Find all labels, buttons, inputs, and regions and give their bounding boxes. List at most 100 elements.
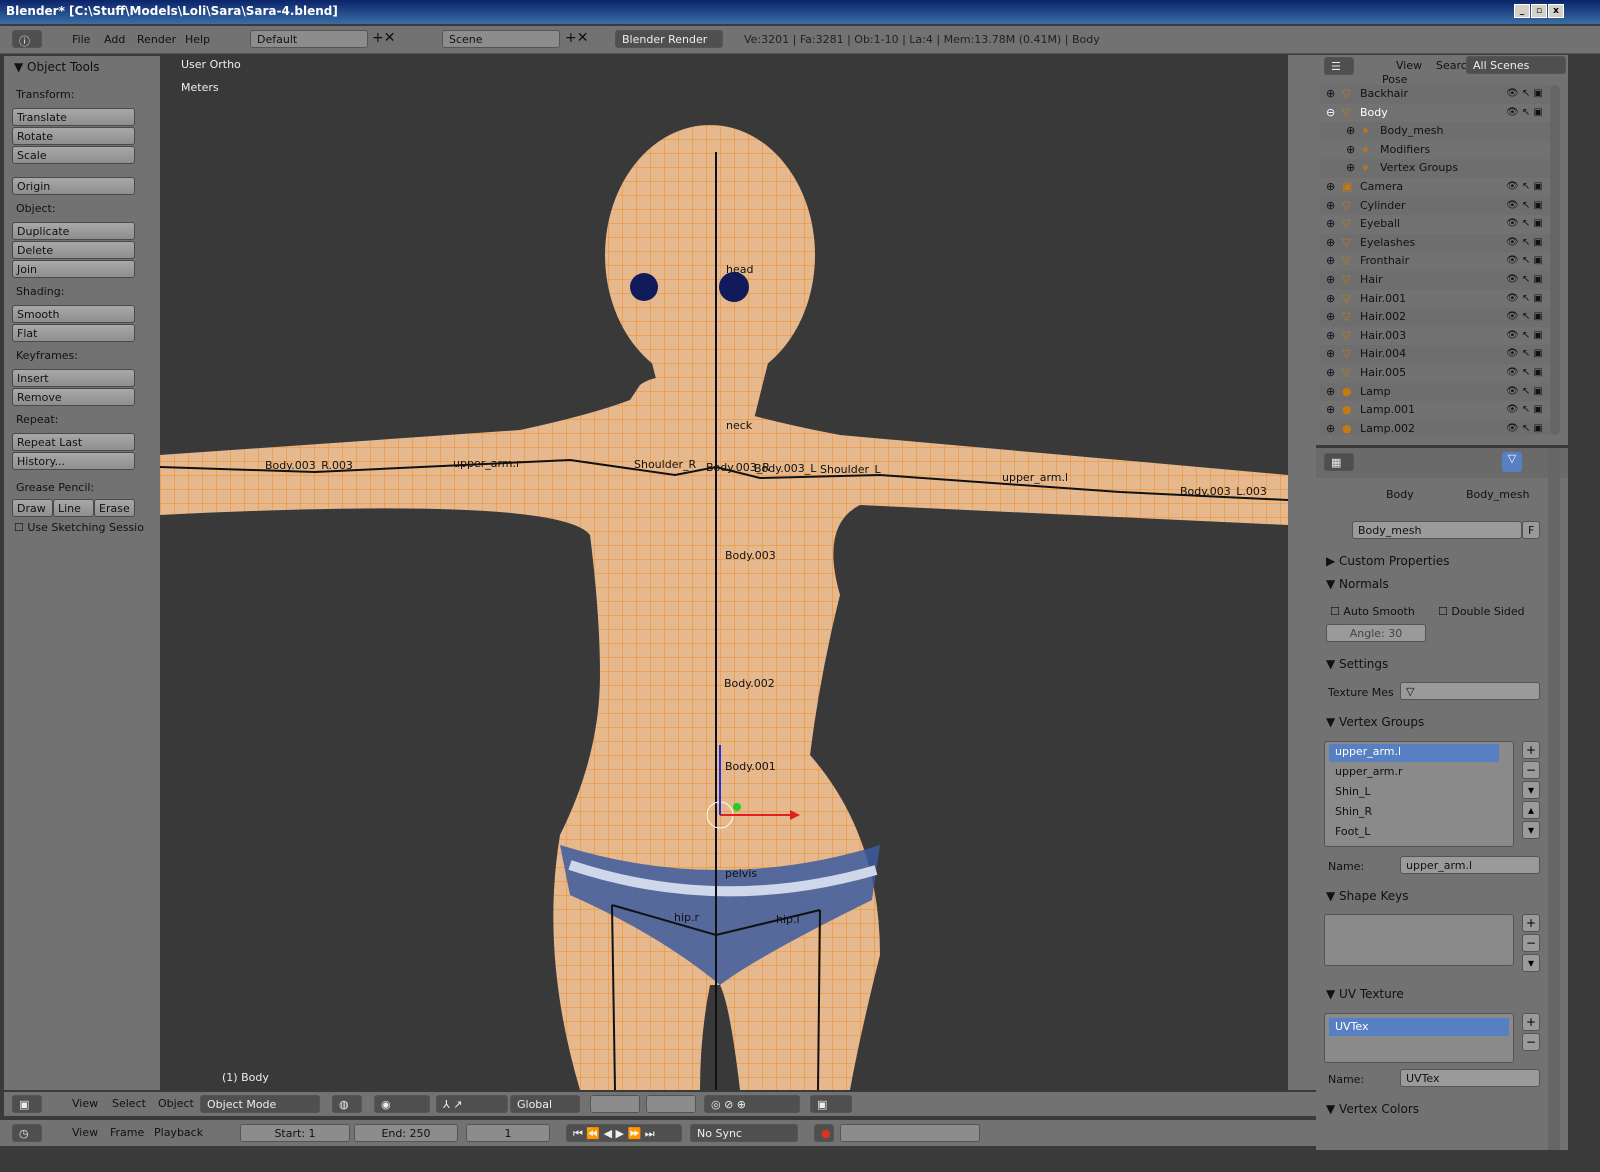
expand-icon[interactable]: ⊕	[1326, 420, 1335, 435]
menu-render[interactable]: Render	[137, 33, 176, 46]
add-uv-button[interactable]: +	[1522, 1013, 1540, 1031]
end-frame-field[interactable]: End: 250	[354, 1124, 458, 1142]
expand-icon[interactable]: ⊕	[1326, 197, 1335, 215]
outliner-row[interactable]: ⊕ ▽ Hair.003 👁 ↖ ▣	[1320, 327, 1552, 346]
panel-vertex-groups[interactable]: ▼ Vertex Groups	[1326, 715, 1424, 729]
remove-shape-key-button[interactable]: −	[1522, 934, 1540, 952]
tool-button[interactable]: Translate	[12, 108, 135, 126]
outliner-row[interactable]: ⊕ ▣ Camera 👁 ↖ ▣	[1320, 178, 1552, 197]
visibility-icons[interactable]: 👁 ↖ ▣	[1506, 345, 1543, 363]
properties-editor-type[interactable]: ▦	[1324, 453, 1354, 471]
screen-layout-field[interactable]: Default	[250, 30, 368, 48]
vertex-group-item[interactable]: upper_arm.l	[1329, 744, 1499, 762]
vertex-group-list[interactable]: upper_arm.l upper_arm.r Shin_L Shin_R Foot_L	[1324, 741, 1514, 847]
view3d-menu-select[interactable]: Select	[112, 1097, 146, 1110]
visibility-icons[interactable]: 👁 ↖ ▣	[1506, 327, 1543, 345]
fake-user-button[interactable]: F	[1522, 521, 1540, 539]
outliner-menu-view[interactable]: View	[1396, 59, 1422, 72]
panel-custom-properties[interactable]: ▶ Custom Properties	[1326, 554, 1449, 568]
outliner-row[interactable]: ⊕ ● Lamp.001 👁 ↖ ▣	[1320, 401, 1552, 420]
vertex-group-item[interactable]: Shin_L	[1329, 784, 1499, 802]
expand-icon[interactable]: ⊕	[1326, 308, 1335, 326]
outliner-row[interactable]: ⊕ ▽ Hair.002 👁 ↖ ▣	[1320, 308, 1552, 327]
maximize-button[interactable]: ▫	[1531, 4, 1547, 18]
vertex-group-name-field[interactable]: upper_arm.l	[1400, 856, 1540, 874]
remove-uv-button[interactable]: −	[1522, 1033, 1540, 1051]
visibility-icons[interactable]: 👁 ↖ ▣	[1506, 420, 1543, 435]
breadcrumb-mesh[interactable]: Body_mesh	[1466, 488, 1529, 501]
outliner-row[interactable]: ⊖ ▽ Body 👁 ↖ ▣	[1320, 104, 1552, 123]
view3d-menu-view[interactable]: View	[72, 1097, 98, 1110]
shape-key-specials-button[interactable]: ▾	[1522, 954, 1540, 972]
expand-icon[interactable]: ⊕	[1326, 290, 1335, 308]
snap-tools[interactable]: ◎ ⊘ ⊕	[704, 1095, 800, 1113]
outliner-row[interactable]: ⊕ ● Lamp 👁 ↖ ▣	[1320, 382, 1552, 402]
outliner-row[interactable]: ⊕ ▽ Fronthair 👁 ↖ ▣	[1320, 252, 1552, 271]
record-button[interactable]: ●	[814, 1124, 834, 1142]
tool-button[interactable]: Smooth	[12, 305, 135, 323]
menu-help[interactable]: Help	[185, 33, 210, 46]
tool-button[interactable]: Insert	[12, 369, 135, 387]
visibility-icons[interactable]: 👁 ↖ ▣	[1506, 252, 1543, 270]
properties-scrollbar[interactable]	[1548, 448, 1560, 1150]
pivot-select[interactable]: ◉	[374, 1095, 430, 1113]
timeline-menu-frame[interactable]: Frame	[110, 1126, 144, 1139]
menu-file[interactable]: File	[72, 33, 90, 46]
shape-key-list[interactable]	[1324, 914, 1514, 966]
outliner-filter-select[interactable]: All Scenes	[1466, 56, 1566, 74]
outliner-row[interactable]: ⊕ ▽ Hair.001 👁 ↖ ▣	[1320, 290, 1552, 309]
visibility-icons[interactable]: 👁 ↖ ▣	[1506, 383, 1543, 401]
outliner-row[interactable]: ⊕ ▽ Hair.005 👁 ↖ ▣	[1320, 364, 1552, 383]
visibility-icons[interactable]: 👁 ↖ ▣	[1506, 104, 1543, 122]
collapse-icon[interactable]: ⊖	[1326, 104, 1335, 122]
uv-texture-list[interactable]: UVTex	[1324, 1013, 1514, 1063]
uv-list-item[interactable]: UVTex	[1329, 1018, 1509, 1036]
panel-shape-keys[interactable]: ▼ Shape Keys	[1326, 889, 1408, 903]
outliner-editor-type[interactable]: ☰	[1324, 57, 1354, 75]
start-frame-field[interactable]: Start: 1	[240, 1124, 350, 1142]
uv-name-field[interactable]: UVTex	[1400, 1069, 1540, 1087]
visibility-icons[interactable]: 👁 ↖ ▣	[1506, 178, 1543, 196]
visibility-icons[interactable]: 👁 ↖ ▣	[1506, 234, 1543, 252]
outliner-row[interactable]: ⊕ ● Lamp.002 👁 ↖ ▣	[1320, 419, 1552, 435]
add-vertex-group-button[interactable]: +	[1522, 741, 1540, 759]
sketching-checkbox[interactable]: ☐ Use Sketching Sessio	[14, 521, 144, 534]
visibility-icons[interactable]: 👁 ↖ ▣	[1506, 271, 1543, 289]
tool-button[interactable]: Origin	[12, 177, 135, 195]
outliner-row[interactable]: ⊕ ▽ Cylinder 👁 ↖ ▣	[1320, 196, 1552, 216]
double-sided-checkbox[interactable]: ☐ Double Sided	[1438, 605, 1525, 618]
auto-smooth-checkbox[interactable]: ☐ Auto Smooth	[1330, 605, 1415, 618]
properties-tabs[interactable]: ▦ ▽	[1316, 448, 1568, 478]
timeline-editor-type[interactable]: ◷	[12, 1124, 42, 1142]
expand-icon[interactable]: ⊕	[1326, 85, 1335, 103]
tool-button[interactable]: Remove	[12, 388, 135, 406]
tool-button[interactable]: Join	[12, 260, 135, 278]
menu-add[interactable]: Add	[104, 33, 125, 46]
breadcrumb-object[interactable]: Body	[1386, 488, 1414, 501]
playback-controls[interactable]: ⏮ ⏪ ◀ ▶ ⏩ ⏭	[566, 1124, 682, 1142]
texture-mesh-field[interactable]: ▽	[1400, 682, 1540, 700]
vertex-group-specials-button[interactable]: ▾	[1522, 781, 1540, 799]
shading-select[interactable]: ◍	[332, 1095, 362, 1113]
object-tools-header[interactable]: ▼ Object Tools	[14, 60, 100, 74]
mesh-name-field[interactable]: Body_mesh	[1352, 521, 1522, 539]
expand-icon[interactable]: ⊕	[1326, 234, 1335, 252]
render-engine-select[interactable]: Blender Render	[615, 30, 723, 48]
visibility-icons[interactable]: 👁 ↖ ▣	[1506, 197, 1543, 215]
panel-normals[interactable]: ▼ Normals	[1326, 577, 1389, 591]
orientation-select[interactable]: Global	[510, 1095, 580, 1113]
expand-icon[interactable]: ⊕	[1326, 215, 1335, 233]
keying-set-field[interactable]	[840, 1124, 980, 1142]
scene-field[interactable]: Scene	[442, 30, 560, 48]
timeline-menu-playback[interactable]: Playback	[154, 1126, 203, 1139]
minimize-button[interactable]: _	[1514, 4, 1530, 18]
render-buttons[interactable]: ▣	[810, 1095, 852, 1113]
expand-icon[interactable]: ⊕	[1346, 122, 1355, 140]
outliner-row[interactable]: ⊕ ⋄ Body_mesh	[1320, 122, 1552, 141]
visibility-icons[interactable]: 👁 ↖ ▣	[1506, 290, 1543, 308]
tool-button[interactable]: Scale	[12, 146, 135, 164]
grease-pencil-button[interactable]: Erase	[94, 499, 135, 517]
visibility-icons[interactable]: 👁 ↖ ▣	[1506, 85, 1543, 103]
expand-icon[interactable]: ⊕	[1326, 327, 1335, 345]
outliner-scrollbar[interactable]	[1550, 85, 1560, 435]
